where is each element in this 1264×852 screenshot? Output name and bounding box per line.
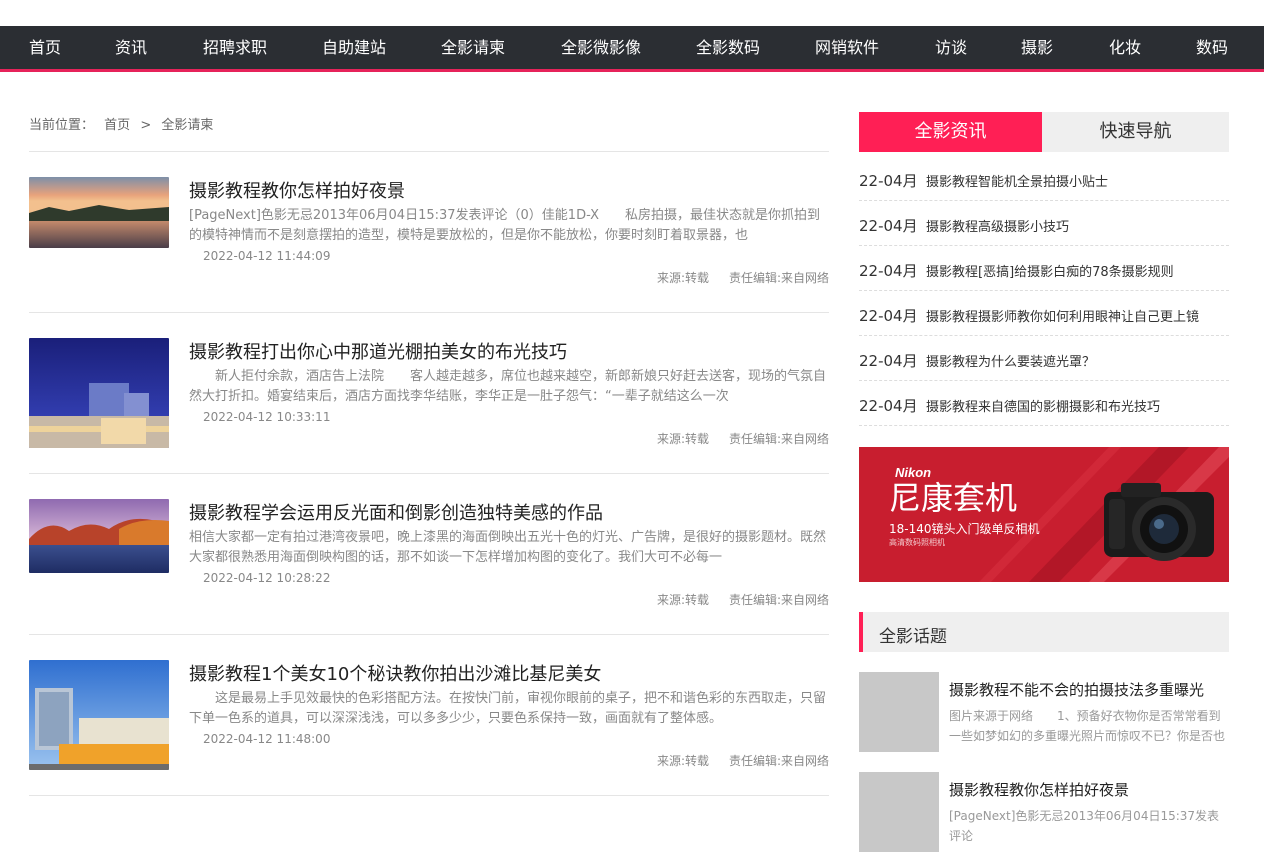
list-item[interactable]: 22-04月 摄影教程高级摄影小技巧	[859, 201, 1229, 246]
article-item: 摄影教程1个美女10个秘诀教你拍出沙滩比基尼美女 这是最易上手见效最快的色彩搭配…	[29, 660, 829, 821]
main-nav: 首页 资讯 招聘求职 自助建站 全影请柬 全影微影像 全影数码 网销软件 访谈 …	[0, 26, 1264, 72]
news-date: 22-04月	[859, 172, 918, 190]
article-thumbnail-night-building[interactable]	[29, 338, 169, 448]
article-summary: 新人拒付余款，酒店告上法院 客人越走越多，席位也越来越空，新郎新娘只好赶去送客，…	[189, 369, 827, 404]
nav-item-digital[interactable]: 全影数码	[696, 26, 760, 69]
nav-item-news[interactable]: 资讯	[115, 26, 147, 69]
news-title[interactable]: 摄影教程来自德国的影棚摄影和布光技巧	[926, 396, 1160, 415]
article-title[interactable]: 摄影教程打出你心中那道光棚拍美女的布光技巧	[189, 338, 567, 364]
topics-heading: 全影话题	[859, 612, 1229, 652]
nav-item-photography[interactable]: 摄影	[1021, 26, 1053, 69]
topic-item[interactable]: 摄影教程不能不会的拍摄技法多重曝光 图片来源于网络 1、预备好衣物你是否常常看到…	[859, 672, 1229, 752]
nav-item-invitations[interactable]: 全影请柬	[441, 26, 505, 69]
nikon-ad-banner[interactable]: Nikon 尼康套机 18-140镜头入门级单反相机 高清数码照相机	[859, 447, 1229, 582]
article-thumbnail-autumn-reflection[interactable]	[29, 499, 169, 573]
tab-quick-nav[interactable]: 快速导航	[1042, 112, 1229, 152]
camera-icon	[1104, 483, 1214, 561]
nav-item-digital-2[interactable]: 数码	[1196, 26, 1228, 69]
list-item[interactable]: 22-04月 摄影教程来自德国的影棚摄影和布光技巧	[859, 381, 1229, 426]
divider	[29, 634, 829, 635]
article-title[interactable]: 摄影教程1个美女10个秘诀教你拍出沙滩比基尼美女	[189, 660, 601, 686]
list-item[interactable]: 22-04月 摄影教程[恶搞]给摄影白痴的78条摄影规则	[859, 246, 1229, 291]
divider	[29, 473, 829, 474]
article-summary: 这是最易上手见效最快的色彩搭配方法。在按快门前，审视你眼前的桌子，把不和谐色彩的…	[189, 691, 827, 726]
sidebar-tabs: 全影资讯 快速导航	[859, 112, 1229, 152]
news-title[interactable]: 摄影教程智能机全景拍摄小贴士	[926, 171, 1108, 190]
news-date: 22-04月	[859, 352, 918, 370]
article-source: 来源:转载	[656, 432, 709, 446]
divider	[29, 151, 829, 152]
article-date: 2022-04-12 10:33:11	[203, 410, 331, 424]
article-editor: 责任编辑:来自网络	[728, 271, 829, 285]
article-summary: [PageNext]色影无忌2013年06月04日15:37发表评论（0）佳能1…	[189, 208, 821, 243]
topic-thumbnail-placeholder[interactable]	[859, 672, 939, 752]
list-item[interactable]: 22-04月 摄影教程为什么要装遮光罩？	[859, 336, 1229, 381]
article-date: 2022-04-12 10:28:22	[203, 571, 331, 585]
breadcrumb-prefix: 当前位置：	[29, 118, 95, 133]
banner-headline: 尼康套机	[889, 479, 1017, 517]
news-title[interactable]: 摄影教程摄影师教你如何利用眼神让自己更上镜	[926, 306, 1199, 325]
nav-item-software[interactable]: 网销软件	[815, 26, 879, 69]
tab-quanying-news[interactable]: 全影资讯	[859, 112, 1042, 152]
article-item: 摄影教程打出你心中那道光棚拍美女的布光技巧 新人拒付余款，酒店告上法院 客人越走…	[29, 338, 829, 499]
news-date: 22-04月	[859, 217, 918, 235]
breadcrumb-current[interactable]: 全影请柬	[161, 118, 213, 133]
breadcrumb-home[interactable]: 首页	[104, 118, 130, 133]
banner-tagline: 高清数码照相机	[889, 537, 945, 547]
topic-summary: 图片来源于网络 1、预备好衣物你是否常常看到一些如梦如幻的多重曝光照片而惊叹不已…	[949, 709, 1226, 743]
nav-item-jobs[interactable]: 招聘求职	[203, 26, 267, 69]
article-date: 2022-04-12 11:48:00	[203, 732, 331, 746]
article-thumbnail-modern-building[interactable]	[29, 660, 169, 770]
sidebar-news-list: 22-04月 摄影教程智能机全景拍摄小贴士 22-04月 摄影教程高级摄影小技巧…	[859, 156, 1229, 426]
article-item: 摄影教程教你怎样拍好夜景 [PageNext]色影无忌2013年06月04日15…	[29, 177, 829, 338]
nav-item-makeup[interactable]: 化妆	[1109, 26, 1141, 69]
article-editor: 责任编辑:来自网络	[728, 593, 829, 607]
nav-item-home[interactable]: 首页	[29, 26, 61, 69]
news-title[interactable]: 摄影教程高级摄影小技巧	[926, 216, 1069, 235]
article-source: 来源:转载	[656, 754, 709, 768]
nav-item-interview[interactable]: 访谈	[935, 26, 967, 69]
news-date: 22-04月	[859, 262, 918, 280]
breadcrumb: 当前位置： 首页 > 全影请柬	[29, 114, 213, 133]
news-title[interactable]: 摄影教程为什么要装遮光罩？	[926, 351, 1095, 370]
topics-heading-label: 全影话题	[879, 627, 947, 647]
topic-thumbnail-placeholder[interactable]	[859, 772, 939, 852]
news-date: 22-04月	[859, 307, 918, 325]
topic-title[interactable]: 摄影教程教你怎样拍好夜景	[949, 779, 1129, 800]
article-item: 摄影教程学会运用反光面和倒影创造独特美感的作品 相信大家都一定有拍过港湾夜景吧，…	[29, 499, 829, 660]
divider	[29, 795, 829, 796]
topic-summary: [PageNext]色影无忌2013年06月04日15:37发表评论	[949, 809, 1220, 843]
banner-subline: 18-140镜头入门级单反相机	[889, 521, 1040, 536]
topic-item[interactable]: 摄影教程教你怎样拍好夜景 [PageNext]色影无忌2013年06月04日15…	[859, 772, 1229, 852]
article-thumbnail-sunset-lake[interactable]	[29, 177, 169, 248]
news-title[interactable]: 摄影教程[恶搞]给摄影白痴的78条摄影规则	[926, 261, 1174, 280]
article-date: 2022-04-12 11:44:09	[203, 249, 331, 263]
article-summary: 相信大家都一定有拍过港湾夜景吧，晚上漆黑的海面倒映出五光十色的灯光、广告牌，是很…	[189, 530, 827, 565]
banner-brand: Nikon	[895, 465, 931, 480]
nav-item-site-builder[interactable]: 自助建站	[322, 26, 386, 69]
topic-title[interactable]: 摄影教程不能不会的拍摄技法多重曝光	[949, 679, 1204, 700]
article-title[interactable]: 摄影教程学会运用反光面和倒影创造独特美感的作品	[189, 499, 603, 525]
news-date: 22-04月	[859, 397, 918, 415]
article-editor: 责任编辑:来自网络	[728, 754, 829, 768]
divider	[29, 312, 829, 313]
article-title[interactable]: 摄影教程教你怎样拍好夜景	[189, 177, 405, 203]
nav-item-micro-video[interactable]: 全影微影像	[561, 26, 641, 69]
list-item[interactable]: 22-04月 摄影教程智能机全景拍摄小贴士	[859, 156, 1229, 201]
article-source: 来源:转载	[656, 271, 709, 285]
article-editor: 责任编辑:来自网络	[728, 432, 829, 446]
article-source: 来源:转载	[656, 593, 709, 607]
list-item[interactable]: 22-04月 摄影教程摄影师教你如何利用眼神让自己更上镜	[859, 291, 1229, 336]
breadcrumb-separator: >	[140, 118, 152, 133]
